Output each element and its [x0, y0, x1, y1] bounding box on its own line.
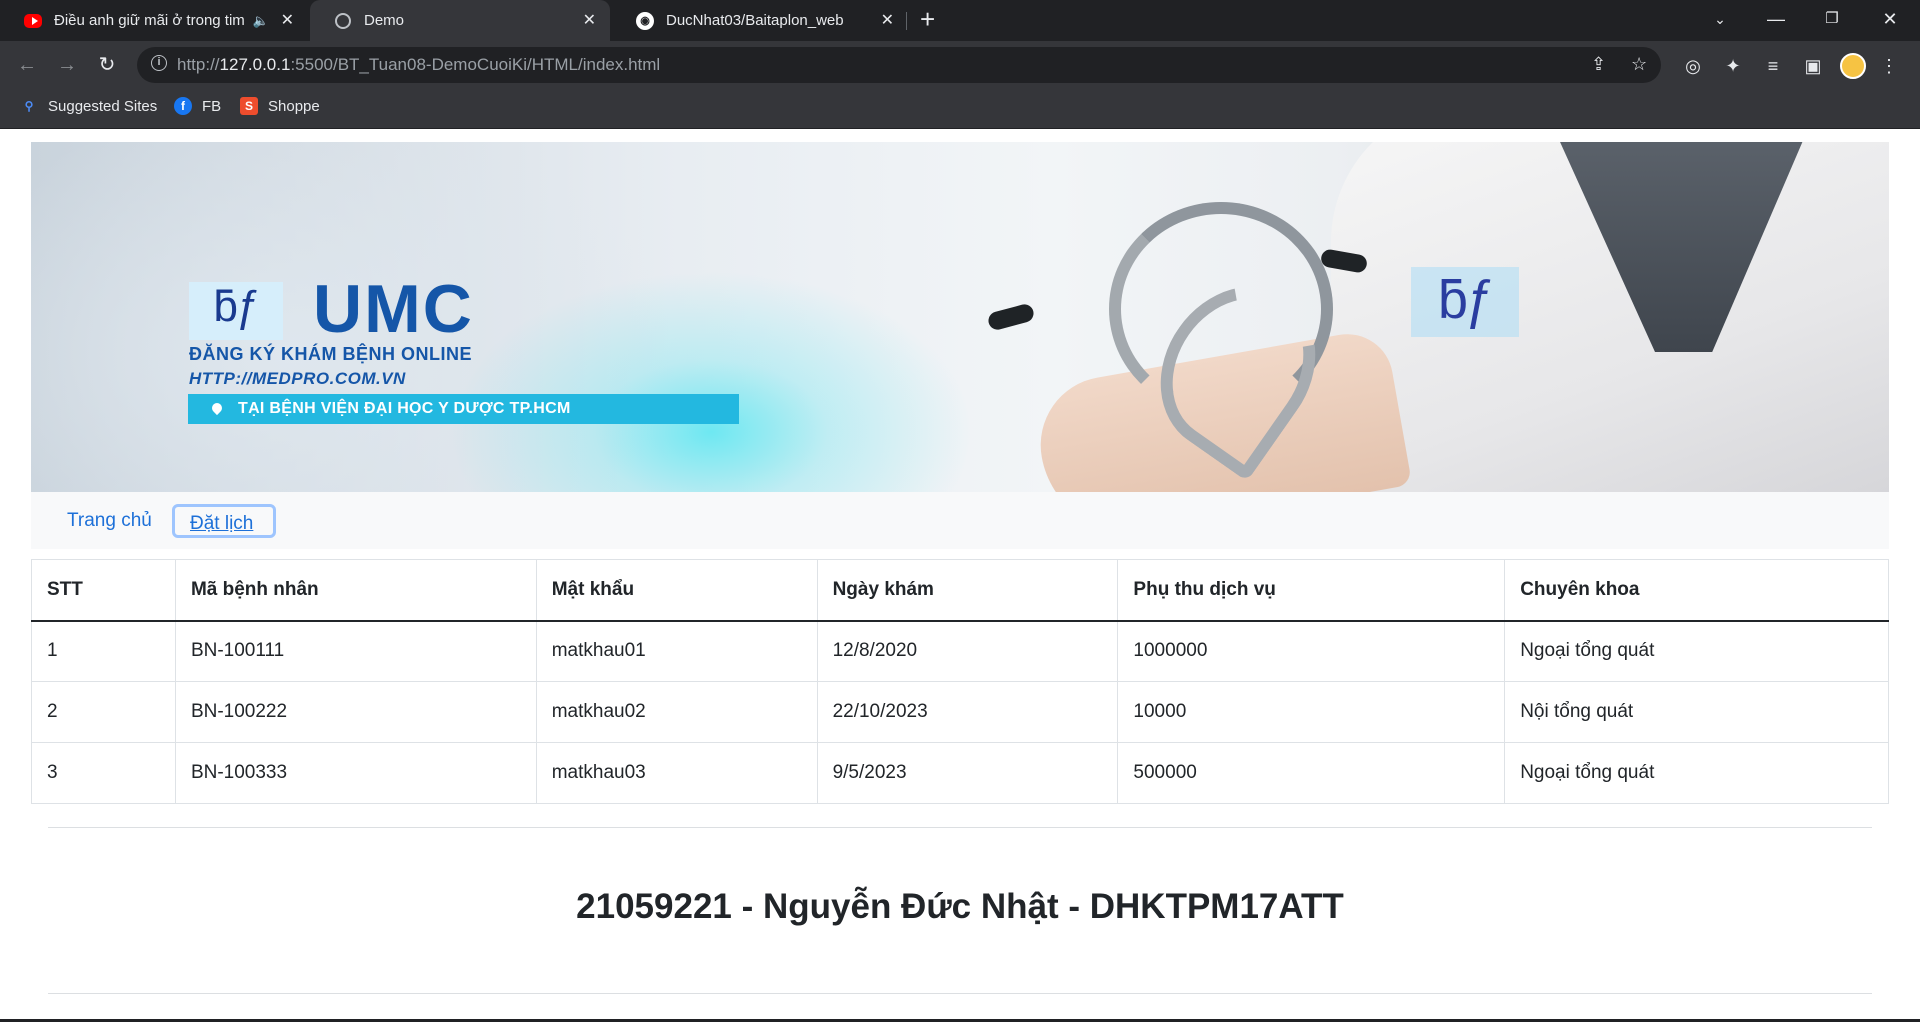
nav-booking-link[interactable]: Đặt lịch	[172, 504, 276, 538]
table-cell: matkhau01	[535, 620, 818, 682]
table-cell: 500000	[1117, 742, 1506, 804]
tab-demo[interactable]: Demo ✕	[310, 0, 610, 41]
table-cell: 1000000	[1117, 620, 1506, 682]
tab-title: Điều anh giữ mãi ở trong tim	[54, 12, 245, 29]
column-header: Mật khẩu	[535, 559, 818, 622]
table-cell: 2	[31, 681, 176, 743]
address-bar[interactable]: i http://127.0.0.1:5500/BT_Tuan08-DemoCu…	[137, 47, 1661, 83]
table-row: 2 BN-100222 matkhau02 22/10/2023 10000 N…	[31, 681, 1889, 743]
bookmark-star-icon[interactable]: ☆	[1631, 54, 1647, 75]
share-icon[interactable]: ⇪	[1591, 54, 1606, 75]
column-header: Chuyên khoa	[1504, 559, 1889, 622]
table-cell: Nội tổng quát	[1504, 681, 1889, 743]
close-tab-icon[interactable]: ✕	[583, 10, 596, 30]
close-tab-icon[interactable]: ✕	[281, 10, 294, 30]
bookmark-suggested-sites[interactable]: ⚲ Suggested Sites	[20, 97, 158, 115]
table-row: 1 BN-100111 matkhau01 12/8/2020 1000000 …	[31, 620, 1889, 682]
banner-website: HTTP://MEDPRO.COM.VN	[189, 369, 406, 388]
search-icon: ⚲	[24, 99, 34, 113]
table-cell: Ngoại tổng quát	[1504, 620, 1889, 682]
back-icon[interactable]: ←	[12, 50, 42, 80]
menu-icon[interactable]: ⋮	[1876, 53, 1902, 79]
table-cell: 12/8/2020	[816, 620, 1119, 682]
table-cell: BN-100222	[174, 681, 537, 743]
banner-hospital-bar: TẠI BỆNH VIỆN ĐẠI HỌC Y DƯỢC TP.HCM	[188, 394, 739, 424]
hospital-label: TẠI BỆNH VIỆN ĐẠI HỌC Y DƯỢC TP.HCM	[238, 400, 571, 417]
close-window-icon[interactable]: ✕	[1862, 0, 1918, 41]
bookmark-label: Suggested Sites	[48, 97, 158, 115]
forward-icon[interactable]: →	[52, 50, 82, 80]
patient-table: STT Mã bệnh nhân Mật khẩu Ngày khám Phụ …	[31, 559, 1889, 804]
banner-tagline: ĐĂNG KÝ KHÁM BỆNH ONLINE	[189, 344, 473, 364]
web-page: ƃƒ UMC ĐĂNG KÝ KHÁM BỆNH ONLINE HTTP://M…	[0, 129, 1920, 1022]
side-panel-icon[interactable]: ▣	[1800, 53, 1826, 79]
coat-logo-icon: ƃƒ	[1411, 267, 1519, 337]
footer-divider-bottom	[48, 993, 1872, 994]
bookmark-label: FB	[202, 97, 222, 115]
globe-icon	[334, 12, 352, 30]
footer-student-info: 21059221 - Nguyễn Đức Nhật - DHKTPM17ATT	[576, 887, 1344, 926]
browser-toolbar: ← → ↻ i http://127.0.0.1:5500/BT_Tuan08-…	[0, 41, 1920, 89]
profile-avatar[interactable]	[1840, 53, 1866, 79]
youtube-icon	[24, 12, 42, 30]
tab-title: Demo	[364, 12, 405, 29]
tab-separator	[906, 12, 907, 30]
table-cell: BN-100333	[174, 742, 537, 804]
minimize-icon[interactable]: —	[1748, 0, 1804, 41]
speaker-icon[interactable]: 🔈	[253, 13, 269, 29]
bookmark-fb[interactable]: f FB	[174, 97, 221, 115]
table-cell: BN-100111	[174, 620, 537, 682]
github-icon: ◉	[636, 11, 654, 30]
table-cell: matkhau03	[535, 742, 818, 804]
table-cell: 22/10/2023	[816, 681, 1119, 743]
table-header-row: STT Mã bệnh nhân Mật khẩu Ngày khám Phụ …	[31, 559, 1889, 622]
table-cell: 10000	[1117, 681, 1506, 743]
close-tab-icon[interactable]: ✕	[881, 10, 894, 30]
footer-divider-top	[48, 827, 1872, 828]
tab-search-icon[interactable]: ⌄	[1692, 0, 1748, 41]
restore-icon[interactable]: ❐	[1804, 0, 1860, 41]
url-text[interactable]: http://127.0.0.1:5500/BT_Tuan08-DemoCuoi…	[177, 55, 660, 75]
nav-home-link[interactable]: Trang chủ	[52, 504, 167, 538]
tab-youtube[interactable]: Điều anh giữ mãi ở trong tim 🔈 ✕	[0, 0, 308, 41]
table-cell: matkhau02	[535, 681, 818, 743]
table-row: 3 BN-100333 matkhau03 9/5/2023 500000 Ng…	[31, 742, 1889, 804]
umc-logo-icon: ƃƒ	[189, 282, 283, 340]
table-cell: 1	[31, 620, 176, 682]
media-control-icon[interactable]: ≡	[1760, 53, 1786, 79]
location-pin-icon	[209, 400, 225, 416]
bookmark-label: Shoppe	[268, 97, 320, 115]
tab-title: DucNhat03/Baitaplon_web	[666, 12, 844, 29]
new-tab-icon[interactable]: +	[920, 4, 935, 35]
hero-banner: ƃƒ UMC ĐĂNG KÝ KHÁM BỆNH ONLINE HTTP://M…	[31, 142, 1889, 492]
column-header: Mã bệnh nhân	[174, 559, 537, 622]
browser-tab-strip: Điều anh giữ mãi ở trong tim 🔈 ✕ Demo ✕ …	[0, 0, 1920, 41]
stethoscope-earpiece	[986, 302, 1036, 332]
extensions-icon[interactable]: ✦	[1720, 53, 1746, 79]
column-header: Phụ thu dịch vụ	[1117, 559, 1506, 622]
reload-icon[interactable]: ↻	[92, 50, 122, 80]
shopee-icon: S	[240, 97, 258, 115]
column-header: STT	[31, 559, 176, 622]
performance-icon[interactable]: ◎	[1680, 53, 1706, 79]
table-cell: 9/5/2023	[816, 742, 1119, 804]
table-cell: Ngoại tổng quát	[1504, 742, 1889, 804]
main-nav: Trang chủ Đặt lịch	[31, 492, 1889, 549]
facebook-icon: f	[174, 97, 192, 115]
column-header: Ngày khám	[816, 559, 1119, 622]
bookmark-shoppe[interactable]: S Shoppe	[240, 97, 320, 115]
brand-name: UMC	[313, 271, 474, 347]
table-cell: 3	[31, 742, 176, 804]
bookmarks-bar: ⚲ Suggested Sites f FB S Shoppe	[0, 89, 1920, 129]
site-info-icon[interactable]: i	[151, 55, 167, 71]
tab-github[interactable]: ◉ DucNhat03/Baitaplon_web ✕	[612, 0, 908, 41]
